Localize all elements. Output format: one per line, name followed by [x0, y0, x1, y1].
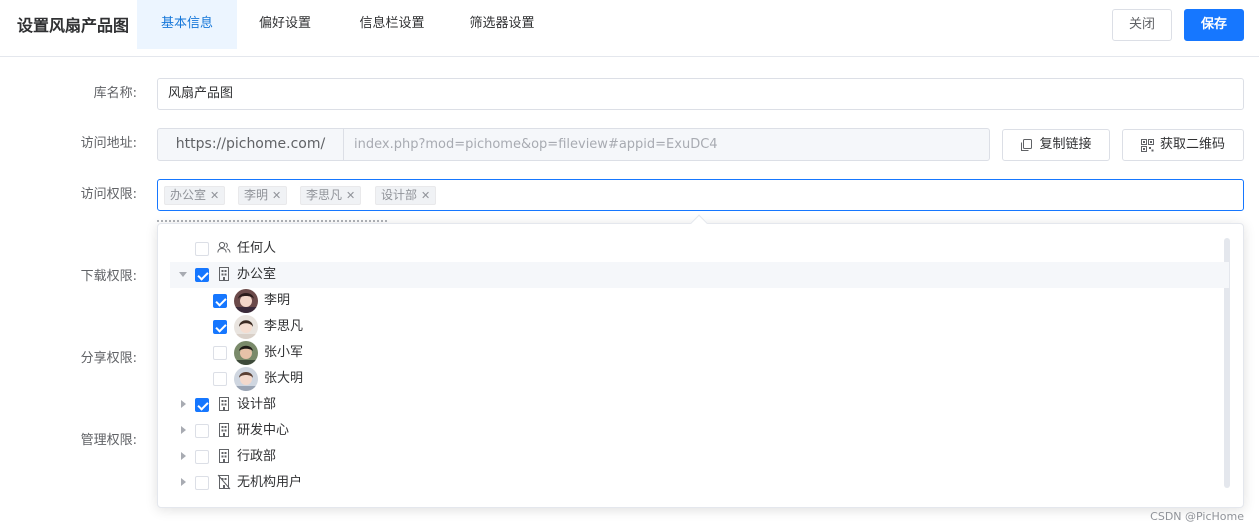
tag-close-icon[interactable]: ✕	[346, 189, 355, 202]
manage-label: 管理权限:	[80, 433, 137, 448]
tab-basic-info[interactable]: 基本信息	[137, 0, 237, 49]
access-permission-select[interactable]: 办公室 ✕ 李明 ✕ 李思凡 ✕ 设计部 ✕	[157, 179, 1244, 211]
url-label: 访问地址:	[80, 136, 137, 151]
close-button[interactable]: 关闭	[1112, 9, 1172, 41]
tab-info-panel[interactable]: 信息栏设置	[344, 0, 440, 49]
url-field[interactable]: index.php?mod=pichome&op=fileview#appid=…	[343, 128, 990, 161]
checkbox[interactable]	[195, 476, 209, 490]
checkbox[interactable]	[213, 320, 227, 334]
name-label: 库名称:	[93, 86, 137, 101]
url-prefix: https://pichome.com/	[157, 128, 344, 161]
tag-label: 办公室	[170, 188, 207, 202]
users-icon	[217, 241, 231, 253]
chevron-right-icon[interactable]	[181, 478, 186, 486]
page-title: 设置风扇产品图	[17, 16, 130, 35]
library-name-input[interactable]: 风扇产品图	[157, 78, 1244, 110]
tree-node-label: 李明	[264, 293, 291, 308]
avatar	[234, 315, 258, 339]
copy-link-label: 复制链接	[1039, 137, 1092, 152]
tree-node-user[interactable]: 李思凡	[170, 314, 1229, 340]
selected-tag: 办公室 ✕	[164, 186, 226, 205]
tree-node-user[interactable]: 张小军	[170, 340, 1229, 366]
copy-icon	[1021, 138, 1033, 151]
tree-node-label: 无机构用户	[237, 475, 303, 490]
tree-node-user[interactable]: 李明	[170, 288, 1229, 314]
tree-node-label: 设计部	[237, 397, 277, 412]
tree-node-admin[interactable]: 行政部	[170, 444, 1229, 470]
tree-node-label: 任何人	[237, 241, 277, 256]
tag-close-icon[interactable]: ✕	[210, 189, 219, 202]
chevron-right-icon[interactable]	[181, 400, 186, 408]
selected-tag: 李明 ✕	[238, 186, 288, 205]
avatar	[234, 289, 258, 313]
checkbox[interactable]	[195, 424, 209, 438]
tree-node-label: 研发中心	[237, 423, 290, 438]
tree-node-label: 张大明	[264, 371, 304, 386]
checkbox[interactable]	[195, 398, 209, 412]
tree-node-design[interactable]: 设计部	[170, 392, 1229, 418]
save-button[interactable]: 保存	[1184, 9, 1244, 41]
tree-node-label: 张小军	[264, 345, 304, 360]
building-icon	[219, 449, 229, 463]
get-qrcode-label: 获取二维码	[1159, 137, 1225, 152]
tab-preferences[interactable]: 偏好设置	[243, 0, 327, 49]
tag-close-icon[interactable]: ✕	[272, 189, 281, 202]
checkbox[interactable]	[195, 268, 209, 282]
qrcode-icon	[1140, 138, 1154, 152]
building-icon	[219, 397, 229, 411]
chevron-right-icon[interactable]	[181, 426, 186, 434]
checkbox[interactable]	[195, 450, 209, 464]
share-label: 分享权限:	[80, 351, 137, 366]
avatar	[234, 341, 258, 365]
no-org-icon	[217, 474, 231, 490]
tag-label: 李思凡	[306, 188, 343, 202]
tree-node-label: 李思凡	[264, 319, 304, 334]
get-qrcode-button[interactable]: 获取二维码	[1122, 129, 1244, 161]
top-bar: 设置风扇产品图 基本信息 偏好设置 信息栏设置 筛选器设置 关闭 保存	[0, 0, 1259, 57]
building-icon	[219, 267, 229, 281]
selected-tag: 李思凡 ✕	[300, 186, 362, 205]
checkbox[interactable]	[213, 372, 227, 386]
tree-node-anyone[interactable]: 任何人	[170, 236, 1229, 262]
tree-node-label: 行政部	[237, 449, 277, 464]
tree-node-user[interactable]: 张大明	[170, 366, 1229, 392]
tag-label: 李明	[244, 188, 269, 202]
tree-node-office[interactable]: 办公室	[170, 262, 1229, 288]
building-icon	[219, 423, 229, 437]
selected-tag: 设计部 ✕	[375, 186, 437, 205]
copy-link-button[interactable]: 复制链接	[1002, 129, 1110, 161]
download-label: 下载权限:	[80, 269, 137, 284]
checkbox[interactable]	[213, 346, 227, 360]
access-label: 访问权限:	[80, 187, 137, 202]
watermark: CSDN @PicHome	[1150, 510, 1244, 523]
avatar	[234, 367, 258, 391]
permission-tree-dropdown: 任何人 办公室 李明 李思凡 张小军 张大明 设计部 研发中心 行政部 无机构用…	[157, 223, 1244, 508]
tag-label: 设计部	[381, 188, 418, 202]
tree-node-rd[interactable]: 研发中心	[170, 418, 1229, 444]
tag-close-icon[interactable]: ✕	[421, 189, 430, 202]
tab-filter[interactable]: 筛选器设置	[454, 0, 550, 49]
checkbox[interactable]	[213, 294, 227, 308]
chevron-right-icon[interactable]	[181, 452, 186, 460]
checkbox[interactable]	[195, 242, 209, 256]
tree-node-label: 办公室	[237, 267, 277, 282]
tree-node-no-org[interactable]: 无机构用户	[170, 470, 1229, 496]
chevron-down-icon[interactable]	[179, 272, 187, 277]
